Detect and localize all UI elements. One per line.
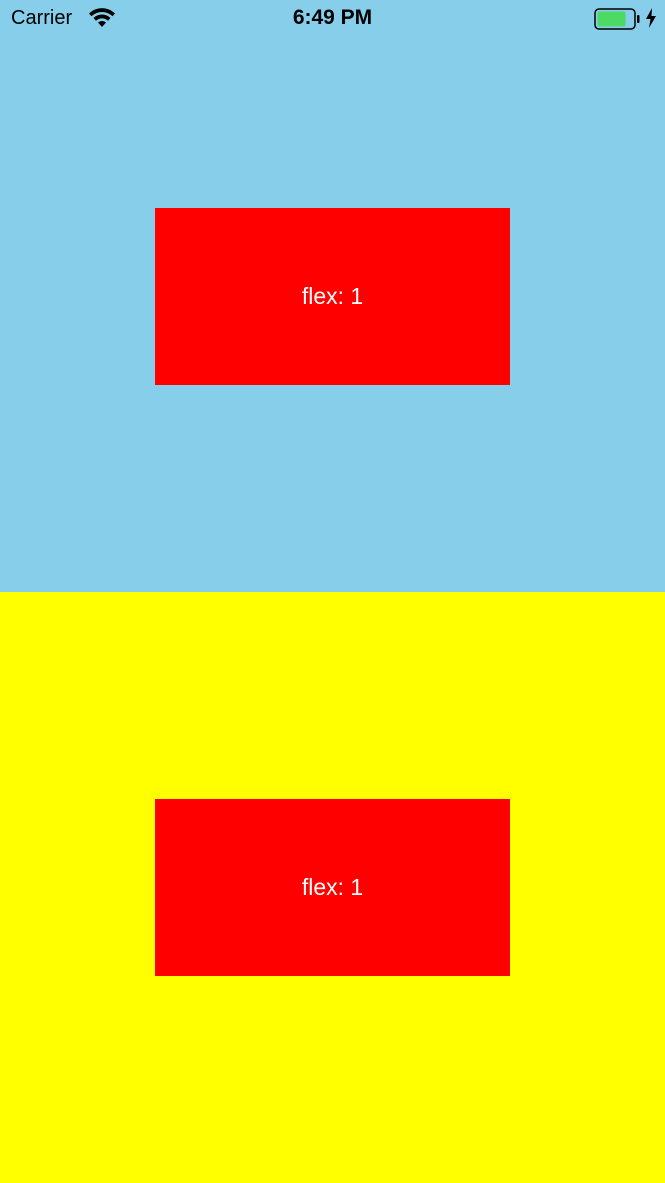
bottom-section: flex: 1 (0, 592, 665, 1183)
charging-bolt-icon (646, 8, 656, 28)
bottom-flex-box-label: flex: 1 (301, 874, 364, 900)
app-screen: flex: 1 flex: 1 Carrier 6:49 PM (0, 0, 665, 1183)
status-bar: Carrier 6:49 PM (0, 0, 665, 38)
bottom-flex-box: flex: 1 (155, 799, 510, 976)
top-flex-box: flex: 1 (155, 208, 510, 385)
clock-time: 6:49 PM (292, 6, 373, 29)
battery-icon (594, 8, 640, 30)
top-flex-box-label: flex: 1 (301, 283, 364, 309)
top-section: flex: 1 (0, 0, 665, 592)
